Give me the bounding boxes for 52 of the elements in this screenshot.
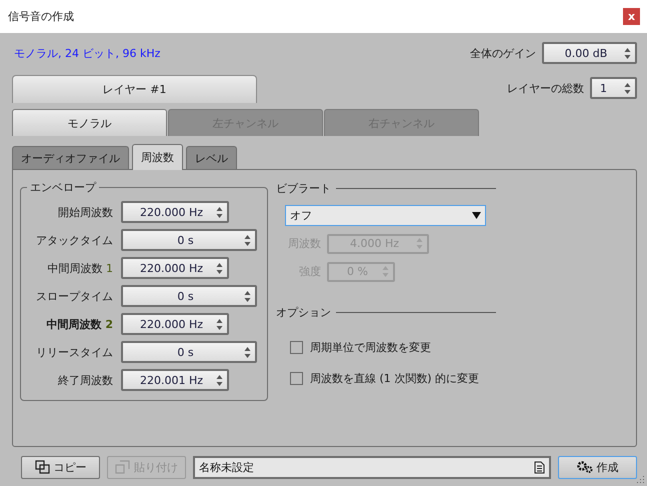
gain-label: 全体のゲイン (470, 46, 536, 60)
layer-count-spinbox[interactable]: 1 (590, 77, 637, 99)
field-label: 開始周波数 (57, 204, 113, 220)
tab[interactable]: レベル (186, 146, 237, 169)
vibrato-dropdown[interactable]: オフ (285, 205, 486, 226)
field-label: スロープタイム (35, 288, 113, 304)
spin-arrows-icon[interactable] (624, 46, 631, 60)
spin-arrows-icon[interactable] (244, 346, 251, 358)
copy-icon (34, 460, 50, 474)
spin-arrows-icon[interactable] (244, 234, 251, 246)
field-label: 終了周波数 (57, 372, 113, 388)
field-label: 中間周波数 2 (46, 316, 113, 332)
layer-count-label: レイヤーの総数 (507, 80, 584, 96)
tab[interactable]: 周波数 (132, 144, 183, 170)
checkbox[interactable] (290, 341, 303, 354)
copy-button[interactable]: コピー (21, 456, 100, 478)
format-info: モノラル, 24 ビット, 96 kHz (13, 46, 160, 60)
checkbox-label: 周期単位で周波数を変更 (310, 340, 431, 355)
gears-icon (576, 461, 592, 473)
spinbox[interactable]: 220.000 Hz (121, 257, 229, 279)
spin-arrows-icon[interactable] (216, 318, 223, 330)
spinbox[interactable]: 220.000 Hz (121, 313, 229, 335)
spinbox[interactable]: 0 s (121, 229, 257, 251)
spinbox[interactable]: 0 s (121, 341, 257, 363)
gain-spinbox[interactable]: 0.00 dB (542, 42, 637, 64)
checkbox[interactable] (290, 372, 303, 385)
paste-icon (115, 460, 130, 474)
tab[interactable]: オーディオファイル (12, 146, 129, 169)
spinbox[interactable]: 220.000 Hz (121, 201, 229, 223)
spinbox[interactable]: 0 s (121, 285, 257, 307)
spin-arrows-icon[interactable] (624, 82, 631, 94)
spin-arrows-icon[interactable] (216, 206, 223, 218)
channel-tab[interactable]: モノラル (12, 109, 167, 136)
create-button[interactable]: 作成 (558, 456, 637, 478)
spinbox[interactable]: 220.001 Hz (121, 369, 229, 391)
section-title: ビブラート (276, 180, 331, 196)
spin-arrows-icon[interactable] (216, 374, 223, 386)
checkbox-label: 周波数を直線 (1 次関数) 的に変更 (310, 371, 480, 386)
field-label: 中間周波数 1 (46, 260, 113, 276)
field-label: アタックタイム (35, 232, 113, 248)
resize-grip-icon[interactable] (635, 474, 645, 484)
window-title: 信号音の作成 (8, 9, 74, 24)
caret-icon (472, 212, 481, 219)
close-button[interactable]: x (623, 8, 640, 25)
section-title: オプション (276, 304, 331, 320)
spin-arrows-icon[interactable] (216, 262, 223, 274)
name-field[interactable]: 名称未設定 (193, 456, 551, 478)
document-icon[interactable] (534, 460, 545, 474)
group-title: エンベロープ (29, 180, 98, 195)
layer-tab[interactable]: レイヤー #1 (12, 75, 257, 103)
spin-arrows-icon[interactable] (244, 290, 251, 302)
field-label: リリースタイム (35, 344, 113, 360)
